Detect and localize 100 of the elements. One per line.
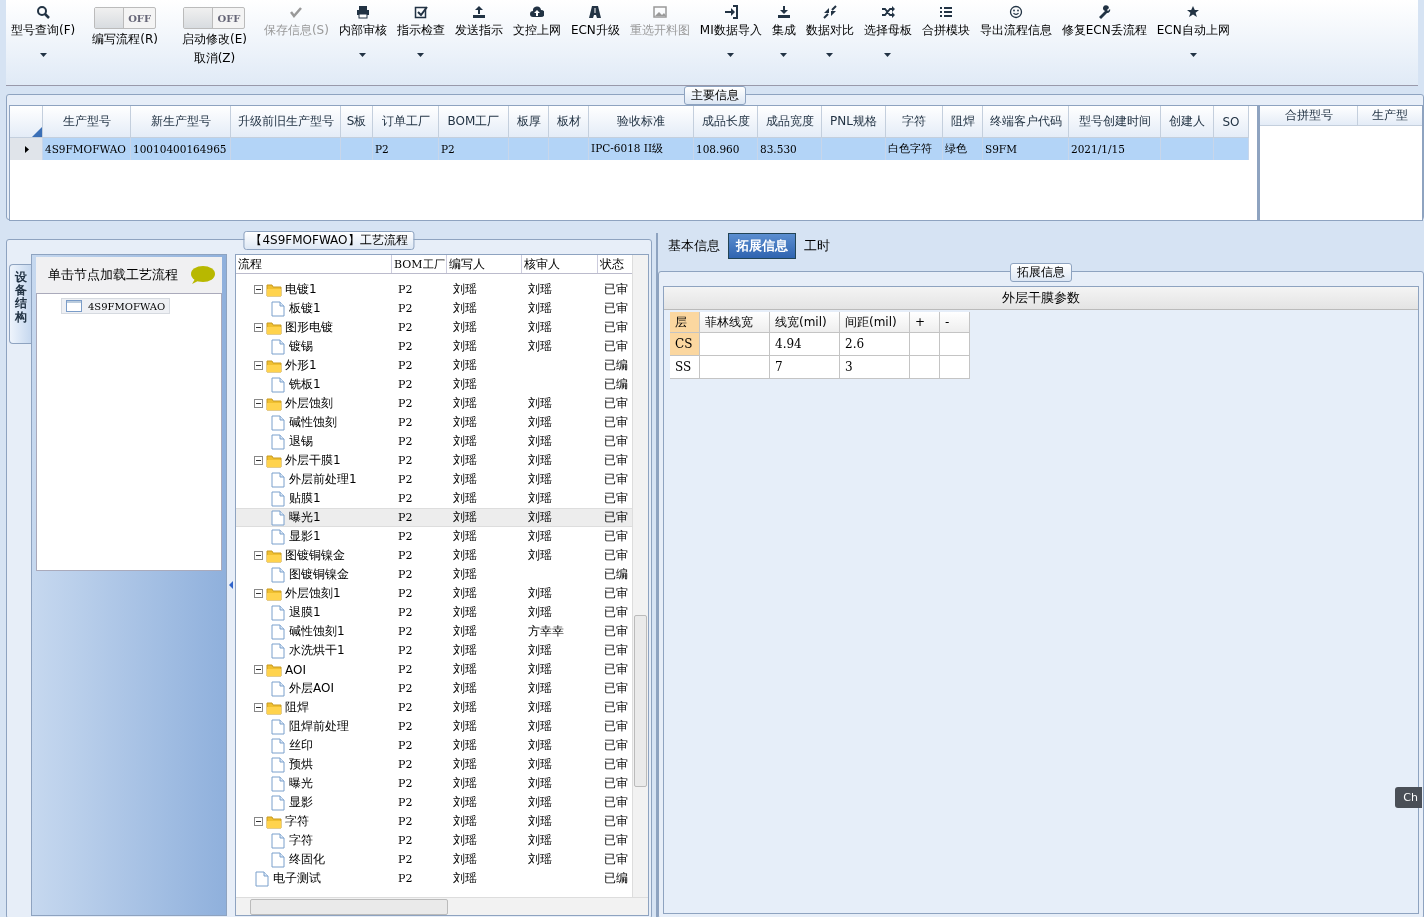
tree-row[interactable]: 丝印 P2 刘瑶 刘瑶 已审 xyxy=(236,736,632,755)
tree-row[interactable]: 水洗烘干1 P2 刘瑶 刘瑶 已审 xyxy=(236,641,632,660)
column-header[interactable]: + xyxy=(910,312,940,333)
tree-row[interactable]: 图镀铜镍金 P2 刘瑶 已编 xyxy=(236,565,632,584)
tree-row[interactable]: 外层AOI P2 刘瑶 刘瑶 已审 xyxy=(236,679,632,698)
column-header[interactable]: 新生产型号 xyxy=(131,106,231,138)
toolbar-button[interactable]: 数据对比 xyxy=(800,4,859,59)
tree-row[interactable]: 外层干膜1 P2 刘瑶 刘瑶 已审 xyxy=(236,451,632,470)
toggle-switch[interactable]: OFF xyxy=(183,7,246,29)
tree-row[interactable]: 曝光1 P2 刘瑶 刘瑶 已审 xyxy=(236,508,632,527)
toolbar-button[interactable]: 选择母板 xyxy=(858,4,917,59)
toolbar-button[interactable]: 修复ECN丢流程 xyxy=(1056,4,1152,39)
column-header[interactable]: 验收标准 xyxy=(589,106,694,138)
tab[interactable]: 基本信息 xyxy=(660,233,728,259)
tree-row[interactable]: 电镀1 P2 刘瑶 刘瑶 已审 xyxy=(236,280,632,299)
row-header[interactable]: CS xyxy=(670,333,700,356)
column-header[interactable]: S板 xyxy=(341,106,373,138)
tree-row[interactable]: 字符 P2 刘瑶 刘瑶 已审 xyxy=(236,831,632,850)
column-header[interactable]: 生产型 xyxy=(1358,106,1422,126)
tree-row[interactable]: 外层前处理1 P2 刘瑶 刘瑶 已审 xyxy=(236,470,632,489)
horizontal-scrollbar[interactable] xyxy=(236,897,648,915)
column-header[interactable]: 编写人 xyxy=(447,255,522,273)
column-header[interactable]: 线宽(mil) xyxy=(770,312,840,333)
toolbar-button[interactable]: 型号查询(F) xyxy=(6,4,81,59)
tree-row[interactable]: 图镀铜镍金 P2 刘瑶 刘瑶 已审 xyxy=(236,546,632,565)
table-cell[interactable]: 3 xyxy=(840,356,910,379)
table-cell[interactable] xyxy=(910,356,940,379)
tree-row[interactable]: 字符 P2 刘瑶 刘瑶 已审 xyxy=(236,812,632,831)
column-header[interactable]: - xyxy=(940,312,970,333)
toolbar-button[interactable]: 集成 xyxy=(766,4,801,59)
tree-node[interactable]: 4S9FMOFWAO xyxy=(61,298,171,314)
column-header[interactable]: 阻焊 xyxy=(943,106,983,138)
tree-row[interactable]: 图形电镀 P2 刘瑶 刘瑶 已审 xyxy=(236,318,632,337)
table-cell[interactable]: 2.6 xyxy=(840,333,910,356)
table-cell[interactable]: 4.94 xyxy=(770,333,840,356)
column-header[interactable]: SO xyxy=(1214,106,1249,138)
tree-row[interactable]: 碱性蚀刻 P2 刘瑶 刘瑶 已审 xyxy=(236,413,632,432)
column-header[interactable]: 生产型号 xyxy=(43,106,131,138)
column-header[interactable]: 菲林线宽 xyxy=(700,312,770,333)
table-cell[interactable] xyxy=(910,333,940,356)
toolbar-button[interactable]: ECN升级 xyxy=(565,4,625,39)
tree-row[interactable]: 阻焊前处理 P2 刘瑶 刘瑶 已审 xyxy=(236,717,632,736)
column-header[interactable]: 核审人 xyxy=(522,255,598,273)
column-header[interactable]: BOM工厂 xyxy=(439,106,509,138)
table-cell[interactable] xyxy=(940,356,970,379)
tree-row[interactable]: 显影1 P2 刘瑶 刘瑶 已审 xyxy=(236,527,632,546)
table-cell[interactable]: 7 xyxy=(770,356,840,379)
column-header[interactable]: 终端客户代码 xyxy=(983,106,1069,138)
toolbar-button[interactable]: 内部审核 xyxy=(333,4,392,59)
column-header[interactable]: 板材 xyxy=(549,106,589,138)
tree-row[interactable]: 退膜1 P2 刘瑶 刘瑶 已审 xyxy=(236,603,632,622)
tab[interactable]: 拓展信息 xyxy=(728,233,796,259)
tree-row[interactable]: 预烘 P2 刘瑶 刘瑶 已审 xyxy=(236,755,632,774)
column-header[interactable]: 型号创建时间 xyxy=(1069,106,1161,138)
tree-row[interactable]: 贴膜1 P2 刘瑶 刘瑶 已审 xyxy=(236,489,632,508)
tree-row[interactable]: 阻焊 P2 刘瑶 刘瑶 已审 xyxy=(236,698,632,717)
toolbar-button[interactable]: 发送指示 xyxy=(449,4,508,39)
tree-row[interactable]: 碱性蚀刻1 P2 刘瑶 方幸幸 已审 xyxy=(236,622,632,641)
column-header[interactable]: 层 xyxy=(670,312,700,333)
tree-row[interactable]: 外形1 P2 刘瑶 已编 xyxy=(236,356,632,375)
toolbar-button[interactable]: 文控上网 xyxy=(507,4,566,39)
column-header[interactable]: 成品长度 xyxy=(694,106,758,138)
row-header[interactable]: SS xyxy=(670,356,700,379)
table-row[interactable]: 4S9FMOFWAO 10010400164965 P2 P2 IPC-6018 II级 108.960 83.530 白色字符 绿色 S9FM 2021/1/15 xyxy=(10,138,1257,160)
vertical-tab[interactable]: 设备结构 xyxy=(9,264,31,344)
column-header[interactable]: 创建人 xyxy=(1161,106,1214,138)
toggle-switch[interactable]: OFF xyxy=(94,7,157,29)
tree-row[interactable]: 曝光 P2 刘瑶 刘瑶 已审 xyxy=(236,774,632,793)
column-header[interactable]: 升级前旧生产型号 xyxy=(231,106,341,138)
tree-row[interactable]: 镀锡 P2 刘瑶 刘瑶 已审 xyxy=(236,337,632,356)
column-header[interactable]: 间距(mil) xyxy=(840,312,910,333)
toolbar-button[interactable]: 合拼模块 xyxy=(916,4,975,39)
table-cell[interactable] xyxy=(700,333,770,356)
column-header[interactable]: PNL规格 xyxy=(822,106,886,138)
column-header[interactable]: 流程 xyxy=(236,255,392,273)
column-header[interactable]: 订单工厂 xyxy=(373,106,439,138)
column-header[interactable]: BOM工厂 xyxy=(392,255,447,273)
column-header[interactable]: 板厚 xyxy=(509,106,549,138)
tree-row[interactable]: 铣板1 P2 刘瑶 已编 xyxy=(236,375,632,394)
column-header[interactable]: 字符 xyxy=(886,106,943,138)
toolbar-button[interactable]: 导出流程信息 xyxy=(974,4,1057,39)
tree-row[interactable]: 显影 P2 刘瑶 刘瑶 已审 xyxy=(236,793,632,812)
tree-row[interactable]: 板镀1 P2 刘瑶 刘瑶 已审 xyxy=(236,299,632,318)
tree-row[interactable]: 终固化 P2 刘瑶 刘瑶 已审 xyxy=(236,850,632,869)
tree-row[interactable]: 电子测试 P2 刘瑶 已编 xyxy=(236,869,632,888)
vertical-scrollbar[interactable] xyxy=(632,255,648,897)
toolbar-button[interactable]: 指示检查 xyxy=(391,4,450,59)
column-header[interactable]: 成品宽度 xyxy=(758,106,822,138)
tree-row[interactable]: 外层蚀刻1 P2 刘瑶 刘瑶 已审 xyxy=(236,584,632,603)
table-cell[interactable] xyxy=(700,356,770,379)
tree-row[interactable]: 外层蚀刻 P2 刘瑶 刘瑶 已审 xyxy=(236,394,632,413)
toolbar-button[interactable]: ECN自动上网 xyxy=(1151,4,1235,59)
tab[interactable]: 工时 xyxy=(796,233,838,259)
column-header[interactable]: 合拼型号 xyxy=(1260,106,1358,126)
tree-row[interactable]: AOI P2 刘瑶 刘瑶 已审 xyxy=(236,660,632,679)
tree-row[interactable]: 退锡 P2 刘瑶 刘瑶 已审 xyxy=(236,432,632,451)
table-cell[interactable] xyxy=(940,333,970,356)
side-tab[interactable]: Ch xyxy=(1395,787,1422,808)
toolbar-button[interactable]: MI数据导入 xyxy=(694,4,767,59)
table-cell: 已审 xyxy=(604,794,628,811)
